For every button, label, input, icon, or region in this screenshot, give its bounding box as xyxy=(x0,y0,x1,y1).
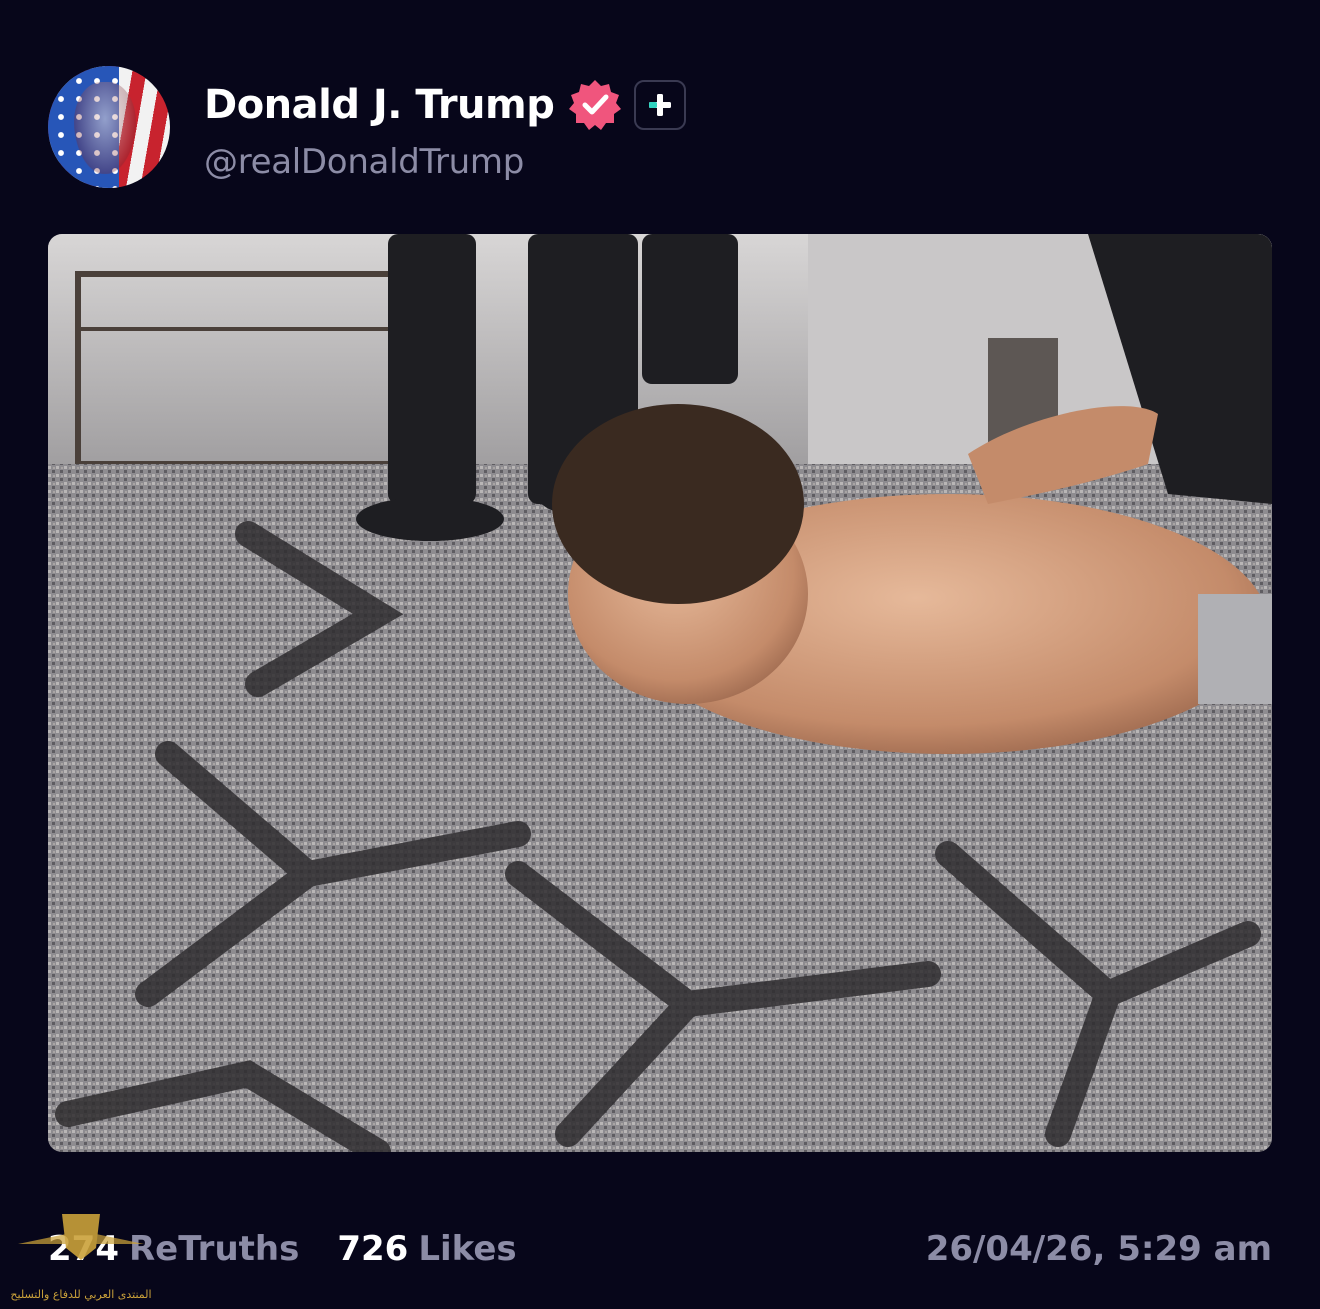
post-header: Donald J. Trump @realDonaldTrump xyxy=(204,78,687,182)
watermark-text: المنتدى العربي للدفاع والتسليح xyxy=(10,1288,151,1301)
likes-count: 726 xyxy=(337,1229,409,1269)
retruths-label: ReTruths xyxy=(128,1229,300,1269)
author-display-name[interactable]: Donald J. Trump xyxy=(204,82,555,128)
truth-post: Donald J. Trump @realDonaldTrump 274 ReT… xyxy=(0,0,1320,1309)
plus-subscription-button[interactable] xyxy=(634,80,687,130)
retruths-stat[interactable]: 274 ReTruths xyxy=(48,1229,299,1269)
post-timestamp[interactable]: 26/04/26, 5:29 am xyxy=(926,1222,1272,1276)
likes-label: Likes xyxy=(418,1229,517,1269)
photo-scene xyxy=(48,234,1272,1152)
retruths-count: 274 xyxy=(48,1229,119,1269)
post-stats: 274 ReTruths 726 Likes xyxy=(48,1222,517,1276)
name-row: Donald J. Trump xyxy=(204,78,687,132)
author-handle[interactable]: @realDonaldTrump xyxy=(204,142,686,182)
avatar-portrait xyxy=(74,82,136,174)
plus-icon xyxy=(649,94,672,116)
likes-stat[interactable]: 726 Likes xyxy=(337,1229,516,1269)
verified-badge-icon xyxy=(568,78,622,132)
post-photo[interactable] xyxy=(48,234,1272,1152)
author-avatar[interactable] xyxy=(48,66,170,188)
